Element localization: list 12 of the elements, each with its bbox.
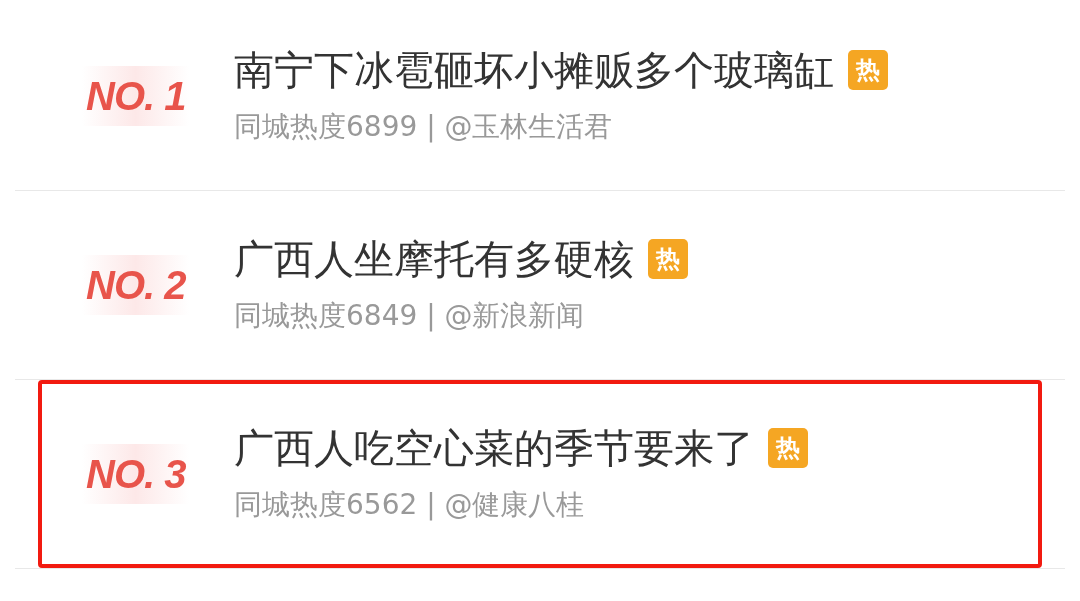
list-item[interactable]: NO. 2 广西人坐摩托有多硬核 热 同城热度6849 | @新浪新闻 [38,191,1042,379]
hot-badge: 热 [768,428,808,468]
headline[interactable]: 广西人坐摩托有多硬核 [234,233,634,285]
meta-text: 同城热度6562 | @健康八桂 [234,487,586,523]
meta-text: 同城热度6899 | @玉林生活君 [234,109,614,145]
hot-badge: 热 [848,50,888,90]
meta-text: 同城热度6849 | @新浪新闻 [234,298,586,334]
hot-badge: 热 [648,239,688,279]
headline[interactable]: 广西人吃空心菜的季节要来了 [234,422,754,474]
headline[interactable]: 南宁下冰雹砸坏小摊贩多个玻璃缸 [234,44,834,96]
list-item[interactable]: NO. 1 南宁下冰雹砸坏小摊贩多个玻璃缸 热 同城热度6899 | @玉林生活君 [38,2,1042,190]
list-item[interactable]: NO. 3 广西人吃空心菜的季节要来了 热 同城热度6562 | @健康八桂 [38,380,1042,568]
